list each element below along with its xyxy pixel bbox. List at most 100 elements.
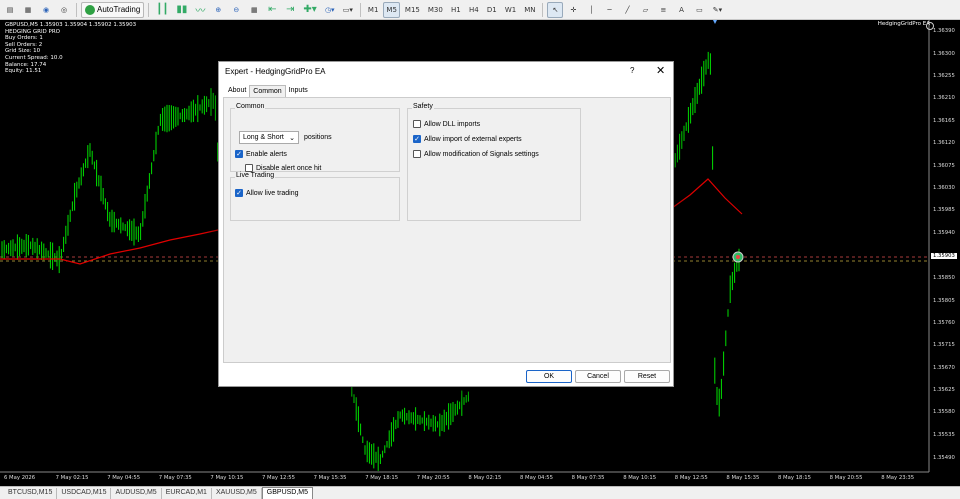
common-group-title: Common — [235, 103, 266, 110]
bar-chart-icon[interactable]: ┃┃ — [153, 2, 171, 18]
tab-audusd[interactable]: AUDUSD,M5 — [111, 488, 162, 499]
cancel-button[interactable]: Cancel — [575, 370, 621, 383]
positions-value: Long & Short — [243, 134, 284, 141]
time-tick-label: 8 May 04:55 — [520, 475, 553, 481]
checkbox-unchecked-icon — [413, 120, 421, 128]
price-tick-label: 1.36255 — [933, 73, 955, 79]
tab-usdcad[interactable]: USDCAD,M15 — [57, 488, 112, 499]
horizontal-line-icon[interactable]: ─ — [601, 2, 617, 18]
allow-signals-label: Allow modification of Signals settings — [424, 150, 539, 158]
price-tick-label: 1.35625 — [933, 387, 955, 393]
disable-alert-once-checkbox[interactable]: Disable alert once hit — [245, 164, 321, 172]
toolbar-divider — [542, 2, 544, 17]
timeframe-m15[interactable]: M15 — [402, 2, 423, 18]
ok-button[interactable]: OK — [526, 370, 572, 383]
timeframe-d1[interactable]: D1 — [484, 2, 500, 18]
timeframe-w1[interactable]: W1 — [502, 2, 519, 18]
time-tick-label: 7 May 18:15 — [365, 475, 399, 481]
checkbox-unchecked-icon — [413, 150, 421, 158]
trendline-icon[interactable]: ╱ — [619, 2, 635, 18]
arrows-icon[interactable]: ✎▾ — [709, 2, 725, 18]
navigator-icon[interactable]: ◎ — [56, 2, 72, 18]
zoom-in-icon[interactable]: ⊕ — [210, 2, 226, 18]
tile-windows-icon[interactable]: ▦ — [246, 2, 262, 18]
text-icon[interactable]: A — [673, 2, 689, 18]
enable-alerts-label: Enable alerts — [246, 150, 287, 158]
ea-name-label[interactable]: HedgingGridPro EA — [878, 21, 930, 27]
live-trading-group: Live Trading ✓ Allow live trading — [230, 172, 400, 221]
time-tick-label: 7 May 12:55 — [262, 475, 295, 481]
time-tick-label: 8 May 18:15 — [778, 475, 811, 481]
safety-group-title: Safety — [412, 103, 434, 110]
checkbox-checked-icon: ✓ — [235, 189, 243, 197]
time-tick-label: 7 May 04:55 — [107, 475, 141, 481]
periodicity-icon[interactable]: ◷▾ — [322, 2, 338, 18]
vertical-line-icon[interactable]: │ — [583, 2, 599, 18]
profiles-icon[interactable]: ▦ — [20, 2, 36, 18]
market-watch-icon[interactable]: ◉ — [38, 2, 54, 18]
checkbox-unchecked-icon — [245, 164, 253, 172]
templates-icon[interactable]: ▭▾ — [340, 2, 356, 18]
current-price-label: 1.35903 — [931, 253, 957, 259]
time-tick-label: 6 May 2026 — [4, 475, 36, 481]
info-line: Equity: 11.51 — [5, 68, 42, 75]
channel-icon[interactable]: ▱ — [637, 2, 653, 18]
timeframe-h1[interactable]: H1 — [448, 2, 464, 18]
dialog-title: Expert - HedgingGridPro EA — [225, 67, 326, 76]
allow-live-trading-checkbox[interactable]: ✓ Allow live trading — [235, 189, 299, 197]
time-tick-label: 8 May 10:15 — [623, 475, 657, 481]
time-tick-label: 7 May 10:15 — [210, 475, 244, 481]
time-tick-label: 7 May 15:35 — [313, 475, 347, 481]
chevron-down-icon: ⌄ — [289, 134, 295, 142]
fibonacci-icon[interactable]: ≡ — [655, 2, 671, 18]
label-icon[interactable]: ▭ — [691, 2, 707, 18]
price-tick-label: 1.35715 — [933, 342, 955, 348]
allow-dll-checkbox[interactable]: Allow DLL imports — [413, 120, 480, 128]
chart-shift-icon[interactable]: ⇥ — [282, 2, 298, 18]
positions-select[interactable]: Long & Short ⌄ — [239, 131, 299, 144]
autotrading-button[interactable]: AutoTrading — [81, 1, 145, 18]
cursor-icon[interactable]: ↖ — [547, 1, 564, 18]
line-chart-icon[interactable]: 〰 — [192, 2, 208, 18]
timeframe-mn[interactable]: MN — [521, 2, 538, 18]
trade-marker-center — [736, 255, 740, 259]
new-chart-icon[interactable]: ▤ — [2, 2, 18, 18]
price-tick-label: 1.35850 — [933, 275, 955, 281]
enable-alerts-checkbox[interactable]: ✓ Enable alerts — [235, 150, 287, 158]
timeframe-m1[interactable]: M1 — [365, 2, 382, 18]
crosshair-icon[interactable]: ✛ — [565, 2, 581, 18]
autotrading-label: AutoTrading — [97, 5, 141, 14]
timeframe-m5[interactable]: M5 — [383, 1, 400, 18]
time-tick-label: 8 May 23:35 — [881, 475, 915, 481]
indicators-icon[interactable]: ✚▾ — [300, 2, 319, 18]
live-trading-group-title: Live Trading — [235, 172, 276, 179]
main-toolbar: ▤ ▦ ◉ ◎ AutoTrading ┃┃ ▮▮ 〰 ⊕ ⊖ ▦ ⇤ ⇥ ✚▾… — [0, 0, 960, 20]
toolbar-divider — [148, 2, 150, 17]
help-button[interactable]: ? — [630, 66, 634, 75]
allow-signals-checkbox[interactable]: Allow modification of Signals settings — [413, 150, 539, 158]
timeframe-m30[interactable]: M30 — [425, 2, 446, 18]
allow-dll-label: Allow DLL imports — [424, 120, 481, 128]
info-line: Balance: 17.74 — [5, 61, 47, 68]
time-tick-label: 8 May 15:35 — [726, 475, 760, 481]
tab-gbpusd[interactable]: GBPUSD,M5 — [261, 487, 314, 499]
time-tick-label: 7 May 07:35 — [158, 475, 192, 481]
tab-eurcad[interactable]: EURCAD,M1 — [162, 488, 212, 499]
price-tick-label: 1.36300 — [933, 51, 955, 57]
autoscroll-icon[interactable]: ⇤ — [264, 2, 280, 18]
tab-xauusd[interactable]: XAUUSD,M5 — [212, 488, 262, 499]
time-tick-label: 8 May 20:55 — [829, 475, 863, 481]
price-tick-label: 1.35760 — [933, 320, 955, 326]
expert-properties-dialog: Expert - HedgingGridPro EA ? ✕ About Com… — [218, 61, 674, 387]
close-icon[interactable]: ✕ — [656, 64, 665, 77]
price-tick-label: 1.35535 — [933, 432, 955, 438]
tab-btcusd[interactable]: BTCUSD,M15 — [4, 488, 58, 499]
zoom-out-icon[interactable]: ⊖ — [228, 2, 244, 18]
candlestick-icon[interactable]: ▮▮ — [173, 2, 190, 18]
chart-tabs: BTCUSD,M15 USDCAD,M15 AUDUSD,M5 EURCAD,M… — [0, 486, 960, 499]
allow-external-experts-checkbox[interactable]: ✓ Allow import of external experts — [413, 135, 522, 143]
reset-button[interactable]: Reset — [624, 370, 670, 383]
price-tick-label: 1.36030 — [933, 185, 955, 191]
price-tick-label: 1.36210 — [933, 95, 955, 101]
timeframe-h4[interactable]: H4 — [466, 2, 482, 18]
